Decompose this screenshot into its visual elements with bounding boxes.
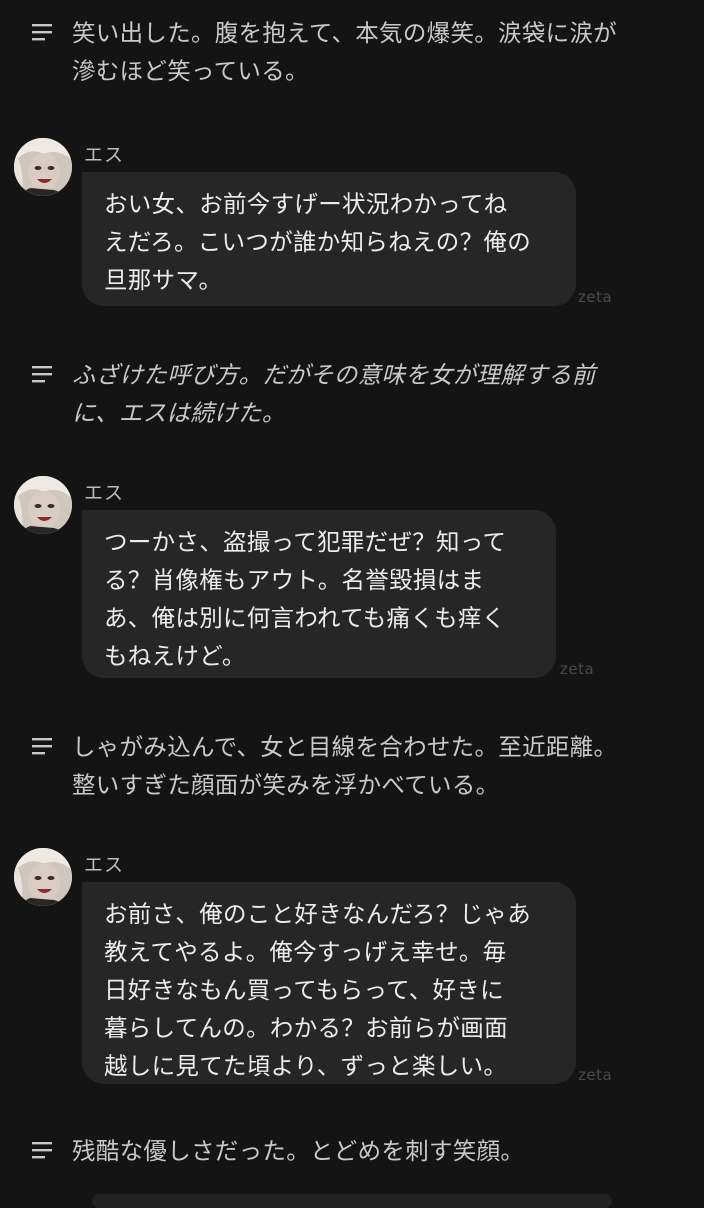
text-lines-icon	[32, 1142, 52, 1159]
narration-text: 残酷な優しさだった。とどめを刺す笑顔。	[72, 1132, 524, 1170]
narration-block: 残酷な優しさだった。とどめを刺す笑顔。	[32, 1132, 682, 1170]
message-bubble[interactable]: つーかさ、盗撮って犯罪だぜ？知って る？肖像権もアウト。名誉毀損はま あ、俺は別…	[82, 510, 556, 678]
chat-message: エス お前さ、俺のこと好きなんだろ？じゃあ 教えてやるよ。俺今すっげえ幸せ。毎 …	[0, 848, 704, 1088]
message-line: もねえけど。	[104, 642, 246, 670]
avatar[interactable]	[14, 476, 72, 534]
narration-line: 残酷な優しさだった。とどめを刺す笑顔。	[72, 1137, 525, 1165]
message-line: お前さ、俺のこと好きなんだろ？じゃあ	[104, 900, 531, 928]
watermark: zeta	[578, 1066, 613, 1084]
message-line: 越しに見てた頃より、ずっと楽しい。	[104, 1052, 508, 1080]
avatar[interactable]	[14, 138, 72, 196]
message-line: 日好きなもん買ってもらって、好きに	[104, 976, 504, 1004]
avatar[interactable]	[14, 848, 72, 906]
narration-text: 笑い出した。腹を抱えて、本気の爆笑。涙袋に涙が 滲むほど笑っている。	[72, 14, 617, 90]
narration-line: しゃがみ込んで、女と目線を合わせた。至近距離。	[72, 733, 618, 761]
narration-text: ふざけた呼び方。だがその意味を女が理解する前 に、エスは続けた。	[72, 356, 596, 432]
message-line: 旦那サマ。	[104, 266, 223, 294]
narration-line: 整いすぎた顔面が笑みを浮かべている。	[72, 771, 500, 799]
watermark: zeta	[578, 288, 613, 306]
speaker-name: エス	[84, 482, 125, 504]
narration-text: しゃがみ込んで、女と目線を合わせた。至近距離。 整いすぎた顔面が笑みを浮かべてい…	[72, 728, 617, 804]
narration-block: ふざけた呼び方。だがその意味を女が理解する前 に、エスは続けた。	[32, 356, 682, 432]
speaker-name: エス	[84, 144, 125, 166]
chat-screen: { "narrations": [ {"lines": ["笑い出した。腹を抱え…	[0, 0, 704, 1208]
message-bubble[interactable]: お前さ、俺のこと好きなんだろ？じゃあ 教えてやるよ。俺今すっげえ幸せ。毎 日好き…	[82, 882, 576, 1084]
message-line: えだろ。こいつが誰か知らねえの？俺の	[104, 228, 531, 256]
input-bar-edge[interactable]	[92, 1194, 612, 1208]
watermark: zeta	[560, 660, 595, 678]
message-line: る？肖像権もアウト。名誉毀損はま	[104, 566, 485, 594]
chat-message: エス おい女、お前今すげー状況わかってね えだろ。こいつが誰か知らねえの？俺の …	[0, 138, 704, 308]
narration-block: しゃがみ込んで、女と目線を合わせた。至近距離。 整いすぎた顔面が笑みを浮かべてい…	[32, 728, 682, 804]
text-lines-icon	[32, 738, 52, 755]
message-line: 教えてやるよ。俺今すっげえ幸せ。毎	[104, 938, 507, 966]
narration-block: 笑い出した。腹を抱えて、本気の爆笑。涙袋に涙が 滲むほど笑っている。	[32, 14, 682, 90]
message-line: おい女、お前今すげー状況わかってね	[104, 190, 508, 218]
message-bubble[interactable]: おい女、お前今すげー状況わかってね えだろ。こいつが誰か知らねえの？俺の 旦那サ…	[82, 172, 576, 306]
narration-line: に、エスは続けた。	[72, 399, 286, 427]
character-avatar-icon	[14, 848, 72, 906]
narration-line: 笑い出した。腹を抱えて、本気の爆笑。涙袋に涙が	[72, 19, 618, 47]
message-line: あ、俺は別に何言われても痛くも痒く	[104, 604, 506, 632]
speaker-name: エス	[84, 854, 125, 876]
narration-line: 滲むほど笑っている。	[72, 57, 309, 85]
text-lines-icon	[32, 366, 52, 383]
message-line: 暮らしてんの。わかる？お前らが画面	[104, 1014, 508, 1042]
message-line: つーかさ、盗撮って犯罪だぜ？知って	[104, 528, 507, 556]
narration-line: ふざけた呼び方。だがその意味を女が理解する前	[72, 361, 596, 389]
character-avatar-icon	[14, 138, 72, 196]
text-lines-icon	[32, 24, 52, 41]
chat-message: エス つーかさ、盗撮って犯罪だぜ？知って る？肖像権もアウト。名誉毀損はま あ、…	[0, 476, 704, 686]
character-avatar-icon	[14, 476, 72, 534]
